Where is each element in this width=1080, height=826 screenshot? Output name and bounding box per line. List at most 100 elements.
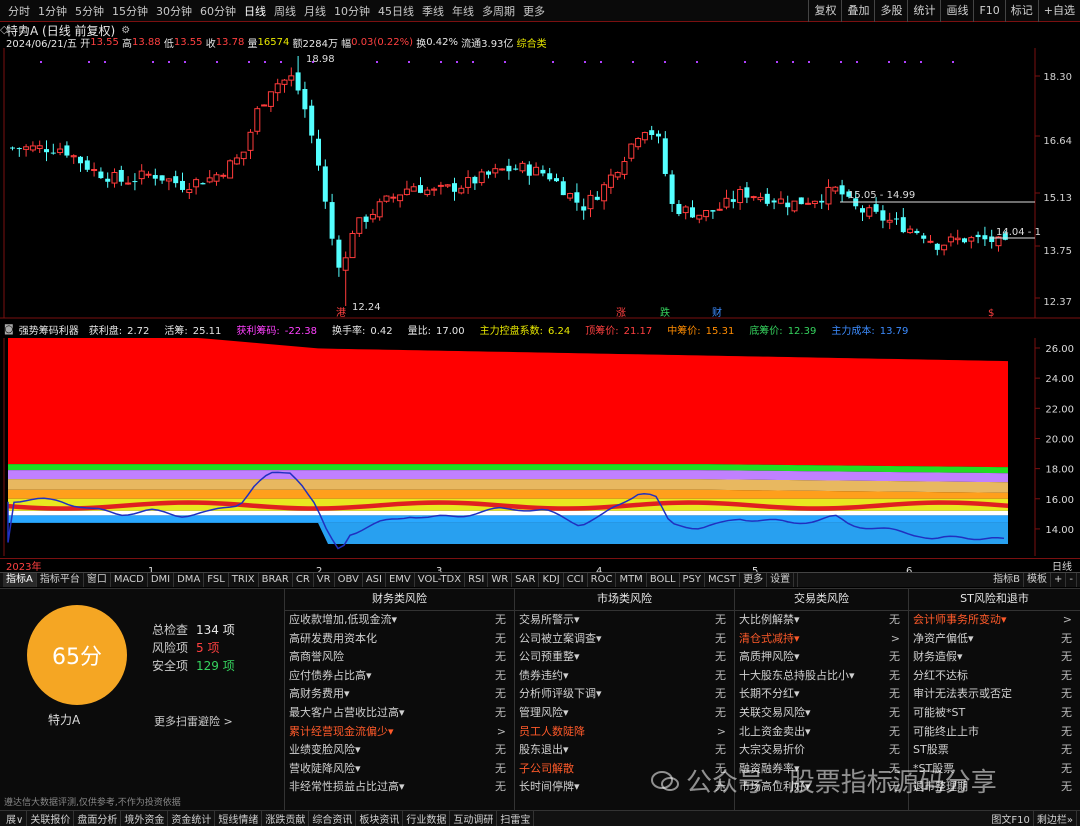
indicator-tab[interactable]: TRIX [229, 573, 259, 587]
period-tab[interactable]: 45日线 [374, 3, 418, 19]
risk-item[interactable]: 股东退出▾ 无 [515, 741, 734, 760]
indicator-tab[interactable]: 指标A [3, 573, 37, 587]
period-tab[interactable]: 30分钟 [152, 3, 196, 19]
status-tab[interactable]: 行业数据 [403, 811, 450, 826]
period-tab[interactable]: 10分钟 [330, 3, 374, 19]
indicator-tab[interactable]: KDJ [539, 573, 563, 587]
status-tab[interactable]: 展∨ [3, 811, 27, 826]
period-tab[interactable]: 多周期 [478, 3, 519, 19]
indicator-tab[interactable]: OBV [335, 573, 363, 587]
risk-item[interactable]: 营收陡降风险▾ 无 [285, 760, 514, 779]
indicator-tab[interactable]: EMV [386, 573, 415, 587]
period-tab[interactable]: 1分钟 [34, 3, 71, 19]
indicator-tab[interactable]: PSY [680, 573, 706, 587]
toolbar-button[interactable]: 统计 [907, 0, 940, 22]
risk-item[interactable]: 北上资金卖出▾ 无 [735, 723, 908, 742]
status-right-button[interactable]: 剩边栏» [1034, 811, 1077, 826]
indicator-tab-right[interactable]: + [1051, 573, 1066, 587]
toolbar-button[interactable]: 多股 [874, 0, 907, 22]
period-tab[interactable]: 更多 [519, 3, 549, 19]
risk-item[interactable]: 高商誉风险 无 [285, 648, 514, 667]
toolbar-button[interactable]: F10 [973, 0, 1004, 22]
indicator-tab[interactable]: VR [314, 573, 335, 587]
indicator-tab[interactable]: MCST [705, 573, 740, 587]
status-right-button[interactable]: 图文F10 [988, 811, 1033, 826]
risk-item[interactable]: 净资产偏低▾ 无 [909, 630, 1080, 649]
risk-item[interactable]: 可能被*ST 无 [909, 704, 1080, 723]
risk-item[interactable]: ST股票 无 [909, 741, 1080, 760]
indicator-tab[interactable]: WR [488, 573, 512, 587]
period-tab[interactable]: 周线 [270, 3, 300, 19]
period-tab[interactable]: 60分钟 [196, 3, 240, 19]
risk-item[interactable]: 长期不分红▾ 无 [735, 685, 908, 704]
period-tab[interactable]: 日线 [240, 3, 270, 19]
indicator-tab-right[interactable]: 模板 [1024, 573, 1051, 587]
risk-item[interactable]: 交易所警示▾ 无 [515, 611, 734, 630]
status-tab[interactable]: 扫雷宝 [497, 811, 534, 826]
status-tab[interactable]: 互动调研 [450, 811, 497, 826]
indicator-tab[interactable]: DMA [174, 573, 204, 587]
toolbar-button[interactable]: 复权 [808, 0, 841, 22]
indicator-tab[interactable]: 指标平台 [37, 573, 84, 587]
risk-item[interactable]: 可能终止上市 无 [909, 723, 1080, 742]
indicator-tab-right[interactable]: 指标B [990, 573, 1024, 587]
period-tab[interactable]: 季线 [418, 3, 448, 19]
indicator-tab[interactable]: RSI [465, 573, 488, 587]
more-scan-link[interactable]: 更多扫雷避险 > [154, 713, 233, 729]
indicator-tab[interactable]: ROC [588, 573, 617, 587]
indicator-tab[interactable]: FSL [204, 573, 229, 587]
risk-item[interactable]: 关联交易风险▾ 无 [735, 704, 908, 723]
risk-item[interactable]: 财务造假▾ 无 [909, 648, 1080, 667]
risk-item[interactable]: 公司被立案调查▾ 无 [515, 630, 734, 649]
risk-item[interactable]: 应收款增加,低现金流▾ 无 [285, 611, 514, 630]
risk-item[interactable]: 最大客户占营收比过高▾ 无 [285, 704, 514, 723]
status-tab[interactable]: 关联报价 [27, 811, 74, 826]
toolbar-button[interactable]: 叠加 [841, 0, 874, 22]
risk-item[interactable]: 非经常性损益占比过高▾ 无 [285, 778, 514, 797]
toolbar-button[interactable]: +自选 [1038, 0, 1080, 22]
status-tab[interactable]: 板块资讯 [356, 811, 403, 826]
status-tab[interactable]: 境外资金 [121, 811, 168, 826]
risk-item[interactable]: 高研发费用资本化 无 [285, 630, 514, 649]
indicator-name[interactable]: 强势筹码利器 [19, 322, 79, 337]
risk-item[interactable]: 大比例解禁▾ 无 [735, 611, 908, 630]
indicator-tab[interactable]: MTM [616, 573, 646, 587]
indicator-tab[interactable]: DMI [148, 573, 174, 587]
risk-item[interactable]: 十大股东总持股占比小▾ 无 [735, 667, 908, 686]
status-tab[interactable]: 资金统计 [168, 811, 215, 826]
risk-item[interactable]: 业绩变脸风险▾ 无 [285, 741, 514, 760]
risk-item[interactable]: 高质押风险▾ 无 [735, 648, 908, 667]
indicator-tab[interactable]: MACD [111, 573, 148, 587]
indicator-tab[interactable]: BOLL [647, 573, 680, 587]
indicator-tab[interactable]: CR [293, 573, 314, 587]
indicator-tab[interactable]: ASI [363, 573, 386, 587]
status-tab[interactable]: 短线情绪 [215, 811, 262, 826]
risk-item[interactable]: 审计无法表示或否定 无 [909, 685, 1080, 704]
indicator-tab[interactable]: BRAR [259, 573, 293, 587]
indicator-toggle-icon[interactable]: ◙ [4, 324, 14, 335]
indicator-tab[interactable]: CCI [564, 573, 588, 587]
toolbar-button[interactable]: 标记 [1005, 0, 1038, 22]
status-tab[interactable]: 盘面分析 [74, 811, 121, 826]
period-tab[interactable]: 月线 [300, 3, 330, 19]
indicator-tab[interactable]: VOL-TDX [415, 573, 465, 587]
indicator-tab[interactable]: SAR [512, 573, 539, 587]
toolbar-button[interactable]: 画线 [940, 0, 973, 22]
risk-item[interactable]: 累计经营现金流偏少▾ > [285, 723, 514, 742]
status-tab[interactable]: 综合资讯 [309, 811, 356, 826]
indicator-tab[interactable]: 更多 [740, 573, 767, 587]
indicator-tab[interactable]: 窗口 [84, 573, 111, 587]
risk-item[interactable]: 管理风险▾ 无 [515, 704, 734, 723]
indicator-tab-right[interactable]: - [1066, 573, 1077, 587]
chip-distribution-chart[interactable]: 26.00 24.00 22.00 20.00 18.00 16.00 14.00 [0, 338, 1080, 558]
indicator-tab[interactable]: 设置 [767, 573, 794, 587]
risk-item[interactable]: 高财务费用▾ 无 [285, 685, 514, 704]
status-tab[interactable]: 涨跌贡献 [262, 811, 309, 826]
risk-item[interactable]: 分红不达标 无 [909, 667, 1080, 686]
risk-item[interactable]: 分析师评级下调▾ 无 [515, 685, 734, 704]
period-tab[interactable]: 分时 [4, 3, 34, 19]
risk-item[interactable]: 应付债券占比高▾ 无 [285, 667, 514, 686]
period-tab[interactable]: 15分钟 [108, 3, 152, 19]
risk-item[interactable]: 大宗交易折价 无 [735, 741, 908, 760]
risk-item[interactable]: 债券违约▾ 无 [515, 667, 734, 686]
